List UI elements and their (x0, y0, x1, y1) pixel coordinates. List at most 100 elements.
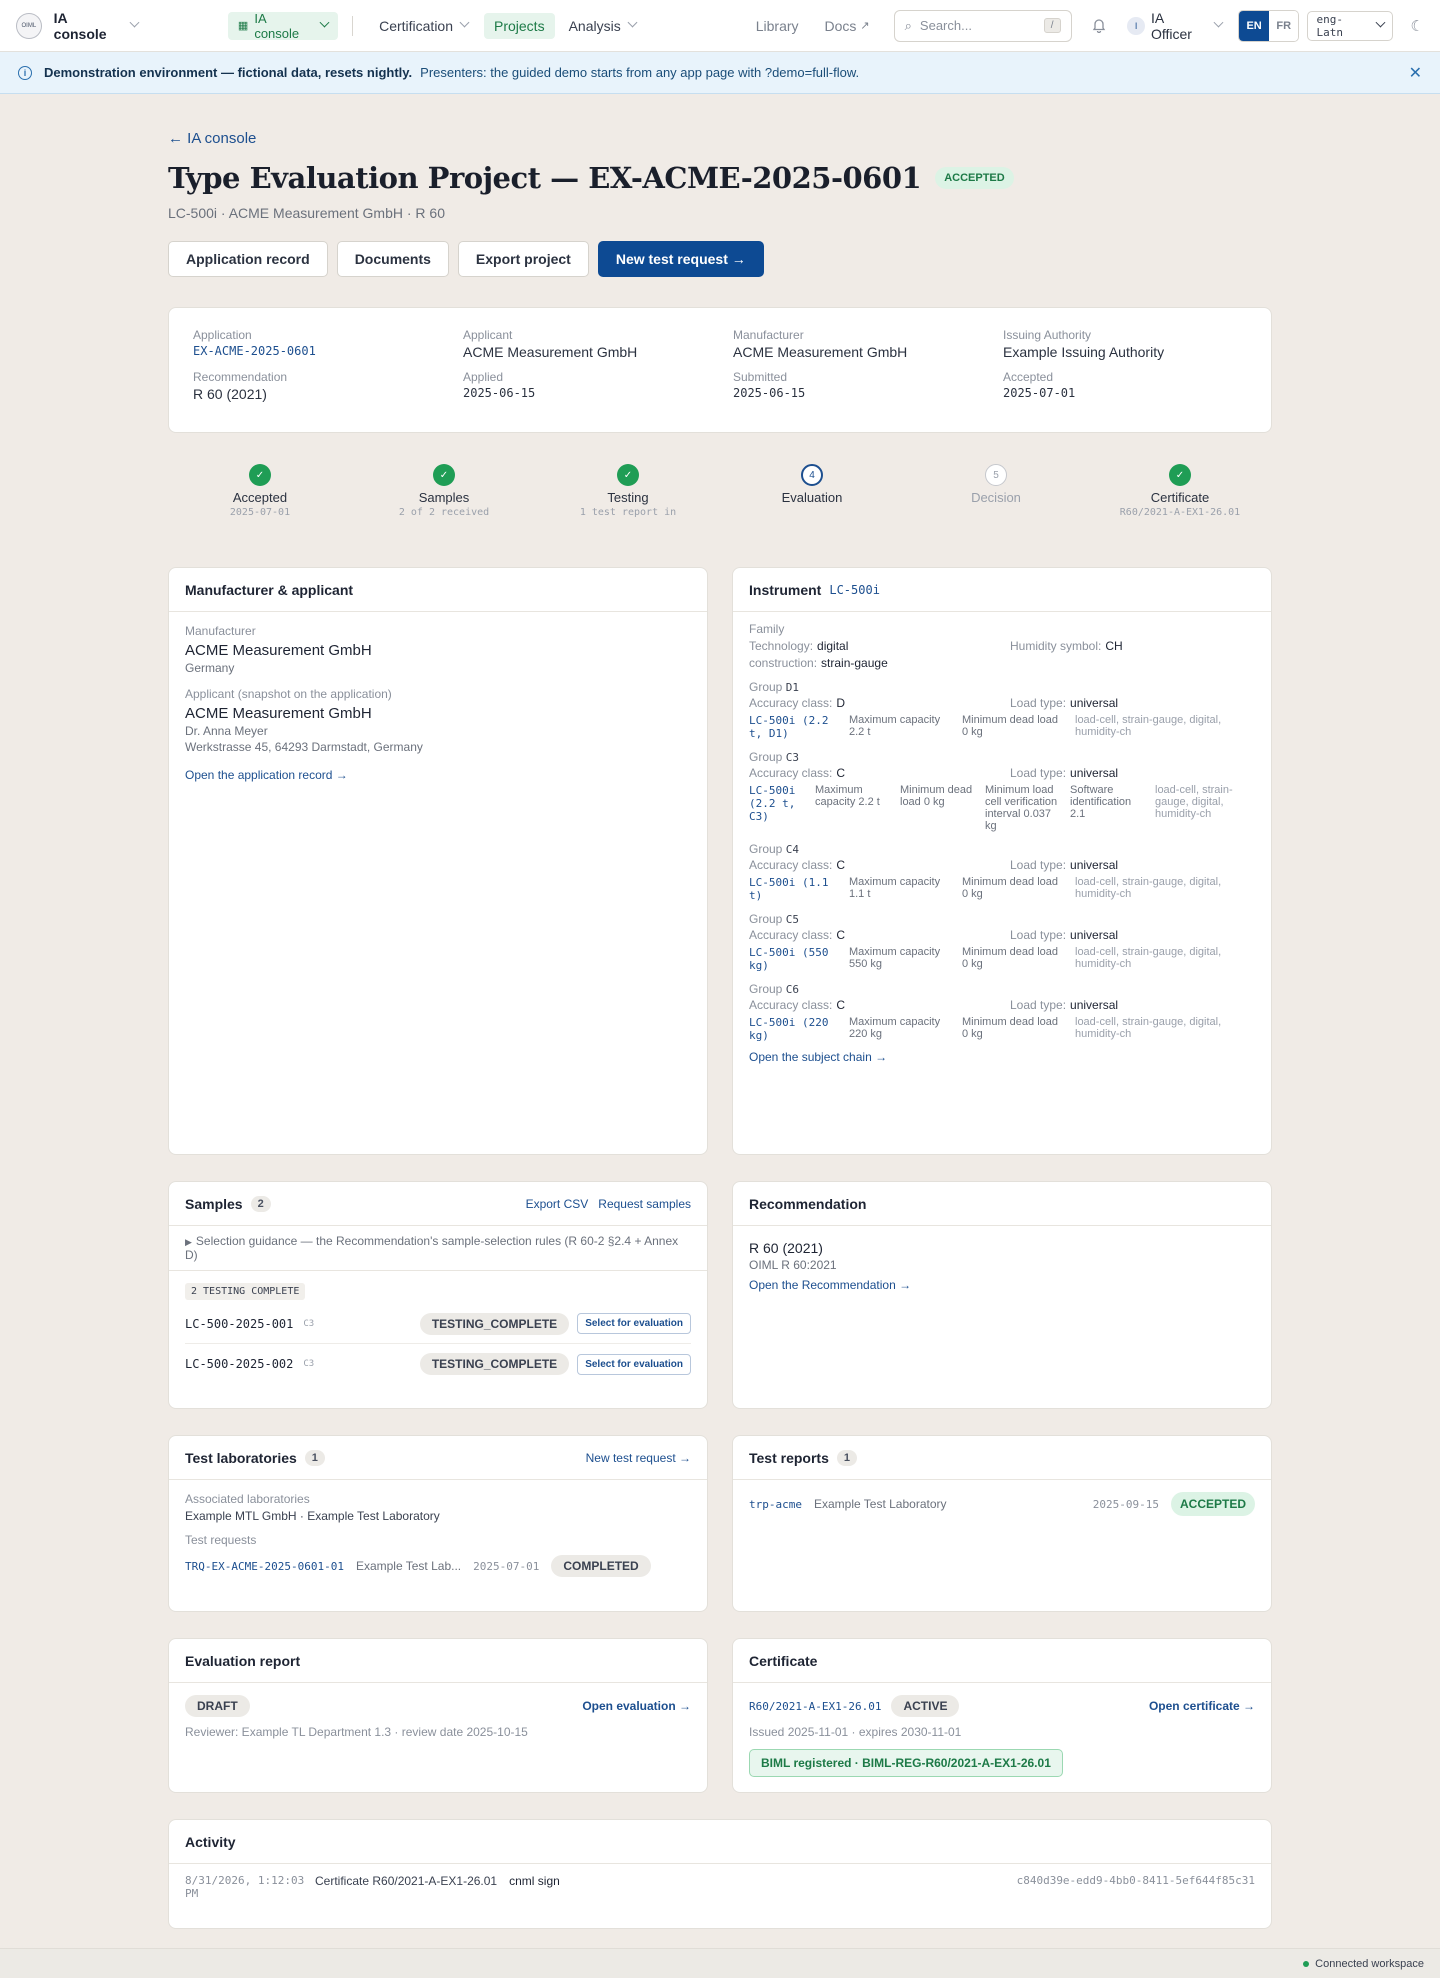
instrument-group: Group C6 Accuracy class: C Load type: univer… (749, 982, 1255, 1042)
group-tags: load-cell, strain-gauge, digital, humidi… (1075, 876, 1222, 900)
moon-icon[interactable]: ☾ (1411, 17, 1424, 35)
export-csv-link[interactable]: Export CSV (526, 1197, 589, 1211)
brand-name[interactable]: IA console (54, 10, 123, 42)
group-spec: Minimum dead load 0 kg (900, 784, 973, 808)
evaluation-report-card: Evaluation report DRAFT Open evaluation … (168, 1638, 708, 1793)
caret-right-icon: ▶ (185, 1237, 192, 1247)
status-badge: ACCEPTED (935, 167, 1014, 189)
chevron-down-icon (459, 17, 470, 28)
group-tags: load-cell, strain-gauge, digital, humidi… (1075, 1016, 1222, 1040)
model-link[interactable]: LC-500i (2.2 t, C3) (749, 784, 815, 823)
nav-library[interactable]: Library (746, 13, 809, 39)
group-spec: Minimum dead load 0 kg (962, 876, 1058, 900)
list-item: TRQ-EX-ACME-2025-0601-01 Example Test La… (185, 1555, 691, 1577)
test-report-link[interactable]: trp-acme (749, 1498, 802, 1511)
new-test-request-button[interactable]: New test request → (597, 241, 764, 277)
step-certificate: ✓ Certificate R60/2021-A-EX1-26.01 (1088, 464, 1272, 518)
step-number: 5 (985, 464, 1007, 486)
model-link[interactable]: LC-500i (550 kg) (749, 946, 849, 972)
status-badge: DRAFT (185, 1695, 250, 1717)
card-title: Instrument (749, 581, 822, 598)
group-tags: load-cell, strain-gauge, digital, humidi… (1075, 946, 1222, 970)
banner-text: Presenters: the guided demo starts from … (420, 65, 860, 80)
check-icon: ✓ (1169, 464, 1191, 486)
close-icon[interactable]: ✕ (1409, 63, 1422, 83)
samples-card: Samples 2 Export CSV Request samples ▶ Sel… (168, 1181, 708, 1409)
chevron-down-icon[interactable] (129, 17, 140, 28)
banner-title: Demonstration environment — fictional da… (44, 65, 413, 80)
test-reports-card: Test reports 1 trp-acme Example Test Labo… (732, 1435, 1272, 1612)
group-spec: Maximum capacity 2.2 t (815, 784, 880, 808)
instrument-groups: Group D1 Accuracy class: D Load type: univer… (749, 680, 1255, 1042)
group-spec: Software identification 2.1 (1070, 784, 1132, 820)
console-switcher-label: IA console (254, 10, 300, 41)
divider (352, 15, 354, 36)
instrument-group: Group D1 Accuracy class: D Load type: univer… (749, 680, 1255, 740)
group-spec: Minimum load cell verification interval … (985, 784, 1058, 832)
documents-button[interactable]: Documents (336, 241, 449, 277)
open-subject-chain-link[interactable]: Open the subject chain → (749, 1050, 1255, 1064)
check-icon: ✓ (249, 464, 271, 486)
external-link-icon: ↗ (860, 20, 870, 32)
new-test-request-link[interactable]: New test request → (586, 1451, 691, 1465)
model-link[interactable]: LC-500i (2.2 t, D1) (749, 714, 849, 740)
count-badge: 2 (250, 1195, 271, 1212)
oiml-logo-icon[interactable]: OIML (16, 12, 42, 39)
chevron-down-icon (319, 17, 330, 28)
check-icon: ✓ (433, 464, 455, 486)
certificate-link[interactable]: R60/2021-A-EX1-26.01 (749, 1700, 881, 1713)
open-evaluation-link[interactable]: Open evaluation → (582, 1699, 691, 1713)
script-select[interactable]: eng-Latn (1307, 10, 1393, 41)
open-application-link[interactable]: Open the application record → (185, 768, 691, 782)
chevron-down-icon (627, 17, 638, 28)
top-navbar: OIML IA console ▦ IA console Certificati… (0, 0, 1440, 52)
open-recommendation-link[interactable]: Open the Recommendation → (749, 1278, 1255, 1292)
language-toggle: EN FR (1238, 9, 1300, 42)
table-row: LC-500-2025-002 C3 TESTING_COMPLETE Sele… (185, 1344, 691, 1384)
group-spec: Maximum capacity 2.2 t (849, 714, 941, 738)
application-record-button[interactable]: Application record (168, 241, 328, 277)
search-shortcut: / (1043, 18, 1061, 33)
testing-complete-chip: 2 TESTING COMPLETE (185, 1283, 306, 1300)
biml-registered-badge: BIML registered · BIML-REG-R60/2021-A-EX… (749, 1749, 1063, 1777)
nav-projects[interactable]: Projects (484, 12, 555, 39)
card-title: Recommendation (733, 1182, 1271, 1226)
console-switcher[interactable]: ▦ IA console (227, 10, 339, 41)
select-for-evaluation-button[interactable]: Select for evaluation (577, 1313, 691, 1334)
group-spec: Minimum dead load 0 kg (962, 946, 1058, 970)
group-spec: Maximum capacity 1.1 t (849, 876, 941, 900)
card-title: Manufacturer & applicant (169, 568, 707, 612)
select-for-evaluation-button[interactable]: Select for evaluation (577, 1353, 691, 1375)
nav-docs[interactable]: Docs ↗ (815, 13, 880, 39)
user-menu[interactable]: I IA Officer (1127, 10, 1224, 42)
selection-guidance-toggle[interactable]: ▶ Selection guidance — the Recommendation… (169, 1226, 707, 1271)
manufacturer-card: Manufacturer & applicant Manufacturer AC… (168, 567, 708, 1155)
model-link[interactable]: LC-500i (1.1 t) (749, 876, 849, 902)
card-title: Test reports (749, 1449, 829, 1466)
test-request-link[interactable]: TRQ-EX-ACME-2025-0601-01 (185, 1560, 344, 1573)
lang-en-button[interactable]: EN (1239, 10, 1269, 41)
activity-time: 8/31/2026, 1:12:03 PM (185, 1874, 305, 1900)
back-link[interactable]: ← IA console (168, 130, 1272, 147)
nav-analysis[interactable]: Analysis (559, 13, 646, 39)
test-labs-card: Test laboratories 1 New test request → As… (168, 1435, 708, 1612)
count-badge: 1 (836, 1449, 857, 1466)
card-title: Activity (169, 1820, 1271, 1864)
model-link[interactable]: LC-500i (220 kg) (749, 1016, 849, 1042)
table-row: LC-500-2025-001 C3 TESTING_COMPLETE Sele… (185, 1304, 691, 1344)
instrument-code: LC-500i (829, 582, 880, 597)
application-link[interactable]: EX-ACME-2025-0601 (193, 344, 463, 358)
page-title: Type Evaluation Project — EX-ACME-2025-0… (168, 161, 922, 195)
workflow-stepper: ✓ Accepted 2025-07-01 ✓ Samples 2 of 2 recei… (168, 464, 1272, 524)
demo-banner: i Demonstration environment — fictional … (0, 52, 1440, 94)
lang-fr-button[interactable]: FR (1268, 10, 1299, 41)
bell-icon[interactable] (1092, 18, 1108, 34)
request-samples-link[interactable]: Request samples (598, 1197, 691, 1211)
chevron-down-icon (1375, 17, 1386, 28)
applicant-name: ACME Measurement GmbH (185, 705, 372, 722)
search-input[interactable]: ⌕ Search... / (893, 9, 1072, 42)
export-project-button[interactable]: Export project (457, 241, 589, 277)
open-certificate-link[interactable]: Open certificate → (1149, 1699, 1255, 1713)
status-badge: COMPLETED (551, 1555, 651, 1577)
nav-certification[interactable]: Certification (369, 13, 478, 39)
